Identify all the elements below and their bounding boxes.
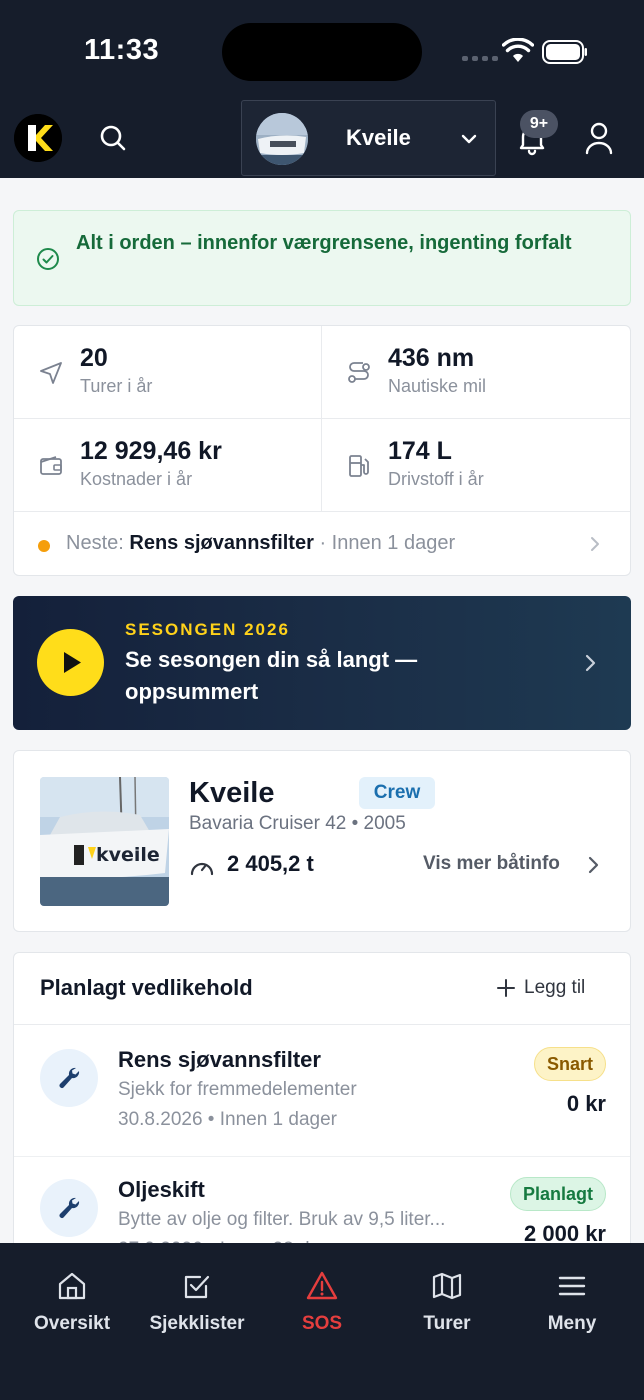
nav-trips[interactable]: Turer bbox=[384, 1269, 510, 1349]
warning-icon bbox=[306, 1271, 338, 1300]
next-task-due: · Innen 1 dager bbox=[319, 532, 456, 554]
user-profile-icon[interactable] bbox=[582, 120, 616, 156]
navigation-arrow-icon bbox=[40, 362, 62, 384]
app-bar: Kveile 9+ bbox=[0, 100, 644, 178]
season-summary-banner[interactable]: SESONGEN 2026 Se sesongen din så langt —… bbox=[13, 596, 631, 730]
wifi-icon bbox=[502, 38, 534, 62]
next-task-text: Neste: Rens sjøvannsfilter · Innen 1 dag… bbox=[66, 532, 455, 555]
play-icon bbox=[64, 652, 81, 673]
task-title: Oljeskift bbox=[118, 1177, 205, 1202]
task-status-badge: Planlagt bbox=[509, 1177, 606, 1211]
season-eyebrow: SESONGEN 2026 bbox=[125, 620, 290, 639]
engine-hours: 2 405,2 t bbox=[227, 851, 314, 876]
battery-icon bbox=[542, 40, 587, 64]
stat-label: Drivstoff i år bbox=[388, 469, 484, 489]
status-ok-banner: Alt i orden – innenfor værgrensene, inge… bbox=[13, 210, 631, 306]
stat-distance: 436 nm Nautiske mil bbox=[322, 326, 630, 418]
stat-trips: 20 Turer i år bbox=[14, 326, 322, 418]
chevron-right-icon[interactable] bbox=[582, 854, 604, 876]
route-icon bbox=[348, 362, 370, 383]
nav-label: Meny bbox=[547, 1313, 597, 1334]
task-description: Sjekk for fremmedelementer bbox=[118, 1079, 357, 1100]
stat-value: 174 L bbox=[388, 437, 452, 465]
status-time: 11:33 bbox=[84, 34, 160, 66]
next-prefix: Neste: bbox=[66, 532, 124, 554]
dynamic-island bbox=[222, 23, 422, 81]
next-task-row[interactable]: Neste: Rens sjøvannsfilter · Innen 1 dag… bbox=[14, 512, 630, 575]
selected-boat-name: Kveile bbox=[346, 125, 411, 150]
home-icon bbox=[58, 1272, 86, 1300]
season-title: Se sesongen din så langt — oppsummert bbox=[125, 647, 418, 704]
stat-value: 436 nm bbox=[388, 344, 475, 372]
more-boat-info-link[interactable]: Vis mer båtinfo bbox=[423, 853, 560, 875]
wrench-icon bbox=[59, 1067, 80, 1088]
bottom-navigation: Oversikt Sjekklister SOS Turer Meny bbox=[0, 1243, 644, 1400]
notifications-badge: 9+ bbox=[520, 110, 558, 138]
top-header-area: 11:33 Kveile 9+ bbox=[0, 0, 644, 178]
add-maintenance-button[interactable]: Legg til bbox=[496, 977, 585, 999]
stat-value: 12 929,46 kr bbox=[80, 437, 222, 465]
map-icon bbox=[432, 1272, 462, 1300]
boat-avatar bbox=[256, 113, 308, 165]
plus-icon bbox=[497, 979, 515, 997]
chevron-down-icon bbox=[461, 134, 477, 144]
season-stats-card: 20 Turer i år 436 nm Nautiske mil 12 929… bbox=[13, 325, 631, 576]
task-title: Rens sjøvannsfilter bbox=[118, 1047, 321, 1072]
search-icon[interactable] bbox=[96, 121, 130, 155]
nav-sos[interactable]: SOS bbox=[259, 1269, 385, 1349]
boat-model: Bavaria Cruiser 42 • 2005 bbox=[189, 813, 406, 834]
maintenance-task[interactable]: Oljeskift Bytte av olje og filter. Bruk … bbox=[14, 1157, 630, 1252]
nav-checklists[interactable]: Sjekklister bbox=[134, 1269, 260, 1349]
speedometer-icon bbox=[190, 862, 214, 876]
add-label: Legg til bbox=[524, 977, 586, 998]
nav-label: Sjekklister bbox=[149, 1313, 245, 1334]
task-icon-wrap bbox=[40, 1179, 98, 1237]
hamburger-menu-icon bbox=[558, 1276, 586, 1296]
chevron-right-icon bbox=[591, 537, 599, 551]
nav-label: Oversikt bbox=[33, 1313, 111, 1334]
role-badge: Crew bbox=[359, 777, 435, 809]
svg-text:kveile: kveile bbox=[96, 844, 160, 866]
stat-label: Kostnader i år bbox=[80, 469, 193, 489]
divider bbox=[321, 326, 322, 512]
status-ok-text: Alt i orden – innenfor værgrensene, inge… bbox=[76, 232, 572, 254]
divider bbox=[14, 418, 630, 419]
play-button[interactable] bbox=[37, 629, 104, 696]
maintenance-header: Planlagt vedlikehold Legg til bbox=[14, 953, 630, 1025]
task-status-badge: Snart bbox=[533, 1047, 606, 1081]
fuel-pump-icon bbox=[349, 455, 369, 477]
stat-label: Nautiske mil bbox=[388, 376, 487, 396]
wrench-icon bbox=[59, 1197, 80, 1218]
boat-photo: kveile bbox=[40, 777, 169, 906]
maintenance-title: Planlagt vedlikehold bbox=[40, 975, 253, 1000]
nav-overview[interactable]: Oversikt bbox=[9, 1269, 135, 1349]
stat-value: 20 bbox=[80, 344, 108, 372]
chevron-right-icon bbox=[585, 654, 596, 672]
stat-label: Turer i år bbox=[80, 376, 153, 396]
status-bar: 11:33 bbox=[0, 0, 644, 100]
boat-info-card: kveile Kveile Crew Bavaria Cruiser 42 • … bbox=[13, 750, 631, 932]
boat-selector[interactable]: Kveile bbox=[241, 100, 496, 176]
status-dot bbox=[38, 540, 50, 552]
task-price: 0 kr bbox=[566, 1091, 606, 1116]
maintenance-task[interactable]: Rens sjøvannsfilter Sjekk for fremmedele… bbox=[14, 1027, 630, 1157]
planned-maintenance-card: Planlagt vedlikehold Legg til Rens sjøva… bbox=[13, 952, 631, 1252]
next-task-name: Rens sjøvannsfilter bbox=[129, 532, 314, 554]
check-circle-icon bbox=[37, 248, 59, 270]
task-description: Bytte av olje og filter. Bruk av 9,5 lit… bbox=[118, 1209, 446, 1230]
task-date: 30.8.2026 • Innen 1 dager bbox=[118, 1109, 338, 1130]
nav-label: Turer bbox=[423, 1313, 471, 1334]
stat-costs: 12 929,46 kr Kostnader i år bbox=[14, 419, 322, 511]
nav-menu[interactable]: Meny bbox=[509, 1269, 635, 1349]
cellular-signal-icon bbox=[462, 56, 498, 61]
checkbox-icon bbox=[184, 1275, 210, 1299]
nav-label: SOS bbox=[301, 1313, 343, 1334]
stat-fuel: 174 L Drivstoff i år bbox=[322, 419, 630, 511]
task-icon-wrap bbox=[40, 1049, 98, 1107]
app-logo-icon[interactable] bbox=[14, 114, 62, 162]
boat-card-name: Kveile bbox=[189, 777, 275, 809]
wallet-icon bbox=[40, 456, 62, 475]
